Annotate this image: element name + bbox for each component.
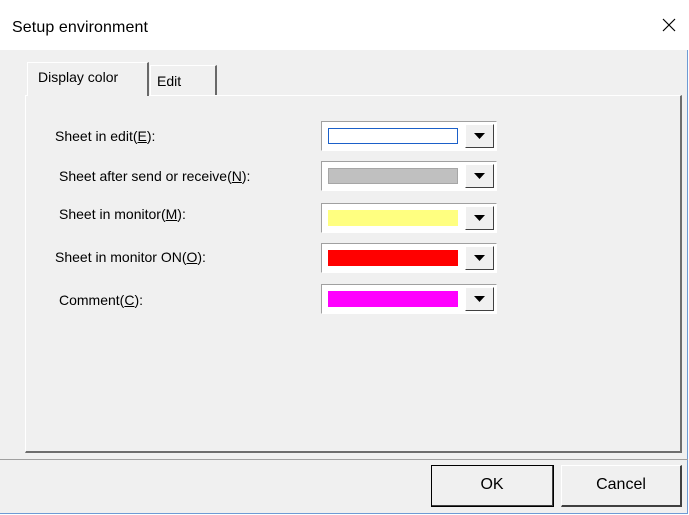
ok-button[interactable]: OK xyxy=(431,465,554,507)
tab-label: Edit xyxy=(157,73,182,89)
tab-label: Display color xyxy=(38,69,119,85)
dropdown-button[interactable] xyxy=(465,206,494,230)
color-combo-sheet-after-send-or-receive[interactable] xyxy=(321,161,497,191)
color-combo-sheet-in-monitor-on[interactable] xyxy=(321,243,497,273)
label-sheet-in-monitor-on: Sheet in monitor ON(O): xyxy=(55,249,206,265)
dropdown-button[interactable] xyxy=(465,287,494,311)
dropdown-button[interactable] xyxy=(465,124,494,148)
color-swatch xyxy=(328,291,458,307)
window-title: Setup environment xyxy=(12,19,149,36)
color-combo-comment[interactable] xyxy=(321,284,497,314)
chevron-down-icon xyxy=(474,296,485,302)
label-sheet-in-monitor: Sheet in monitor(M): xyxy=(59,206,186,222)
close-button[interactable] xyxy=(654,10,684,40)
label-sheet-after-send-or-receive: Sheet after send or receive(N): xyxy=(59,168,251,184)
color-swatch xyxy=(328,210,458,226)
cancel-button[interactable]: Cancel xyxy=(561,465,682,507)
close-icon xyxy=(662,18,676,32)
setup-environment-dialog: Setup environment Display color Edit She… xyxy=(0,0,689,514)
label-comment: Comment(C): xyxy=(59,292,144,308)
color-combo-sheet-in-monitor[interactable] xyxy=(321,203,497,233)
color-swatch xyxy=(328,168,458,184)
color-swatch xyxy=(328,128,458,144)
label-sheet-in-edit: Sheet in edit(E): xyxy=(55,128,156,144)
title-bar: Setup environment xyxy=(0,0,689,50)
color-combo-sheet-in-edit[interactable] xyxy=(321,121,497,151)
chevron-down-icon xyxy=(474,173,485,179)
chevron-down-icon xyxy=(474,133,485,139)
chevron-down-icon xyxy=(474,215,485,221)
footer-divider xyxy=(0,459,688,460)
tab-edit[interactable]: Edit xyxy=(150,65,217,95)
tab-display-color[interactable]: Display color xyxy=(27,62,149,96)
dropdown-button[interactable] xyxy=(465,246,494,270)
dropdown-button[interactable] xyxy=(465,164,494,188)
color-swatch xyxy=(328,250,458,266)
chevron-down-icon xyxy=(474,255,485,261)
